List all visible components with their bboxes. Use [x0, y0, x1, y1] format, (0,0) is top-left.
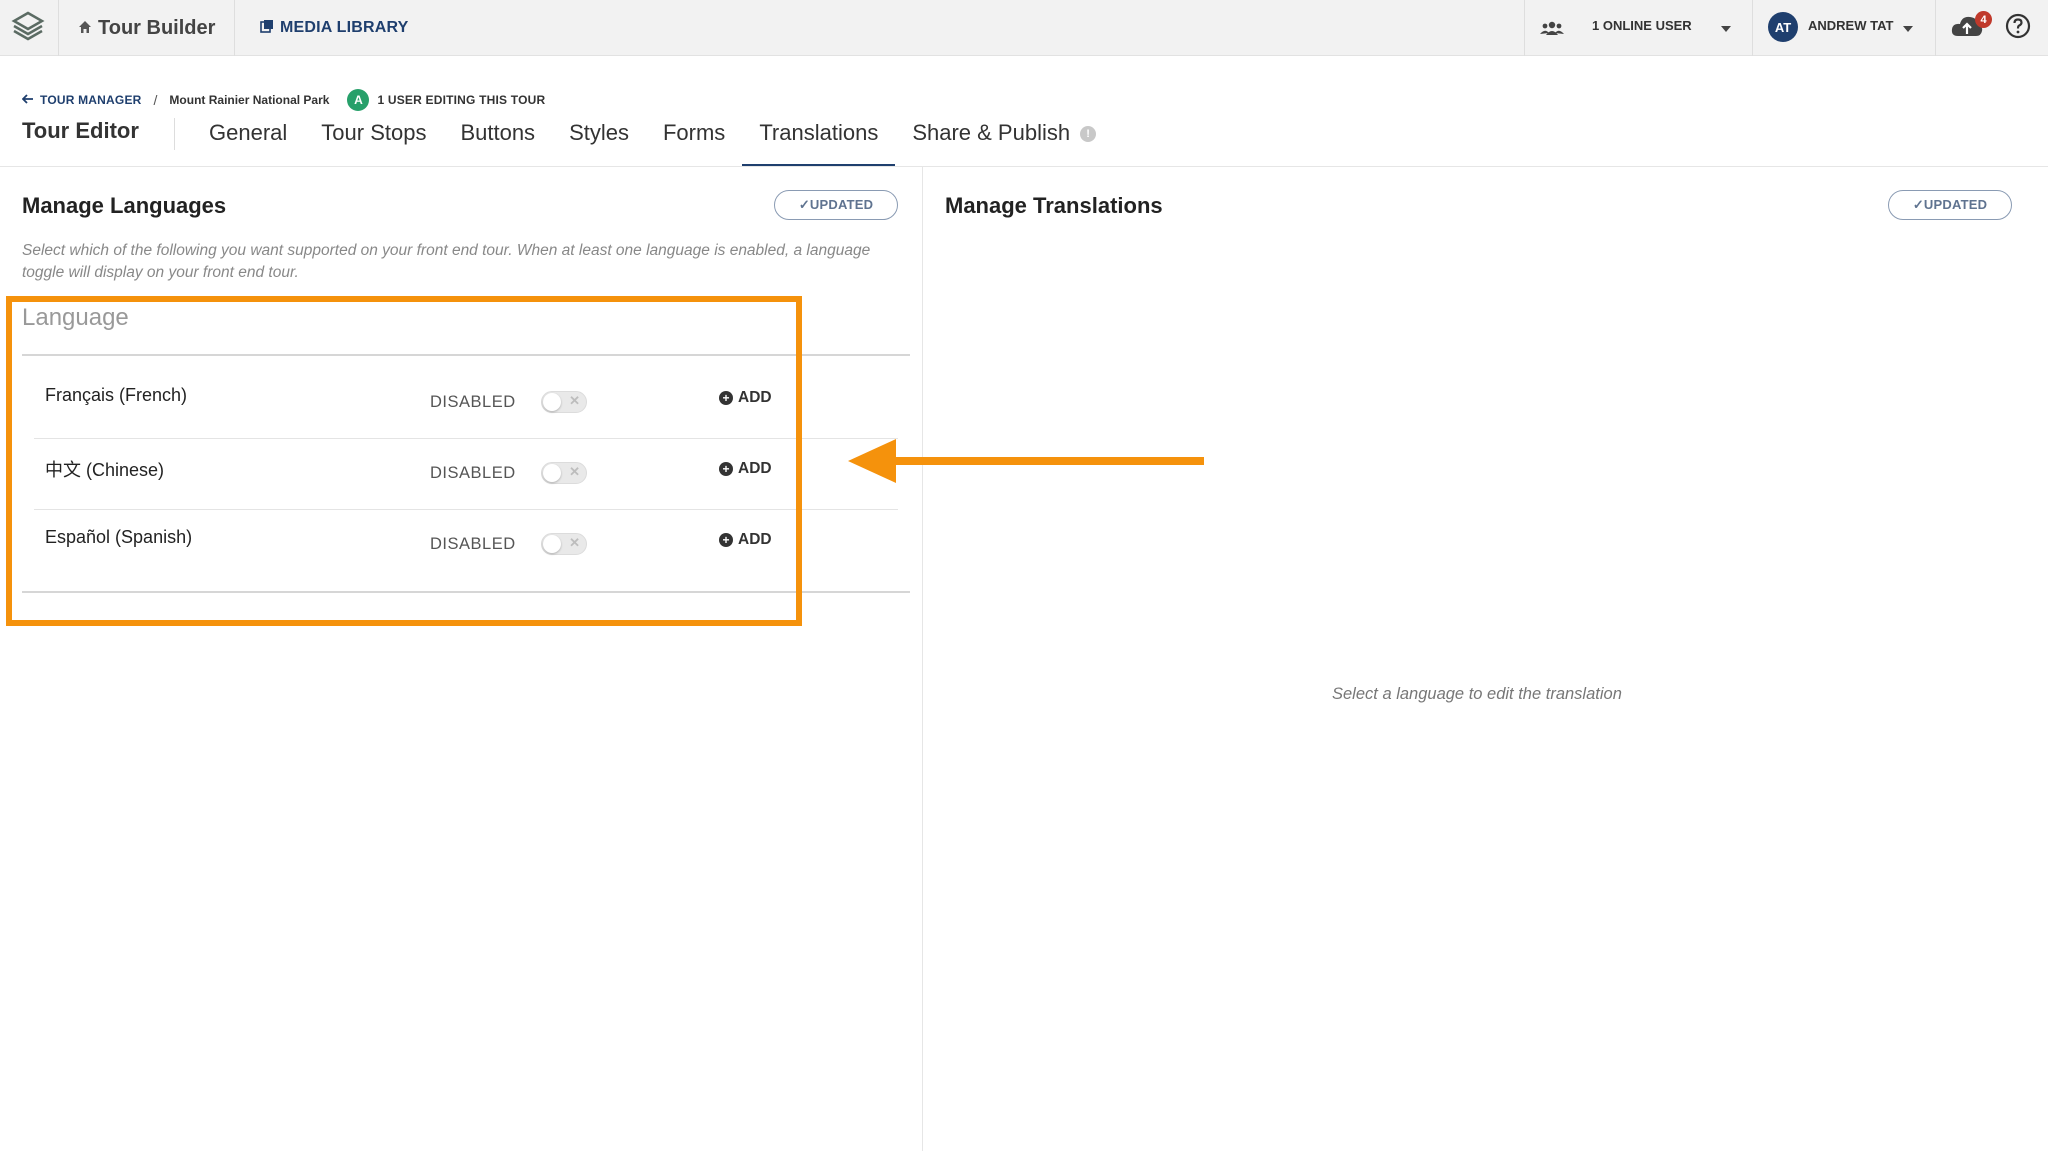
media-library-label: MEDIA LIBRARY — [280, 19, 409, 36]
page-title: Tour Editor — [22, 118, 139, 143]
tab-label: Share & Publish — [912, 120, 1071, 145]
languages-description: Select which of the following you want s… — [22, 242, 871, 281]
avatar[interactable]: AT — [1768, 12, 1798, 42]
tab-general[interactable]: General — [192, 112, 304, 166]
chevron-down-icon[interactable] — [1902, 20, 1914, 38]
tab-translations[interactable]: Translations — [742, 112, 896, 166]
arrow-left-icon — [21, 93, 34, 107]
tab-buttons[interactable]: Buttons — [443, 112, 552, 166]
languages-updated-button[interactable]: ✓UPDATED — [774, 190, 898, 220]
chevron-down-icon[interactable] — [1720, 20, 1732, 38]
translations-updated-button[interactable]: ✓UPDATED — [1888, 190, 2012, 220]
manage-languages-title: Manage Languages — [22, 193, 227, 218]
title-divider — [174, 118, 175, 150]
tab-styles[interactable]: Styles — [552, 112, 646, 166]
info-icon: ! — [1080, 126, 1097, 142]
tab-label: Forms — [662, 120, 726, 145]
media-library-icon — [260, 19, 274, 38]
highlight-box — [6, 296, 802, 626]
tab-forms[interactable]: Forms — [646, 112, 742, 166]
arrow-left-icon — [848, 439, 1204, 483]
top-navigation-bar: Tour Builder MEDIA LIBRARY 1 ONLINE USER… — [0, 0, 2048, 56]
editing-status: 1 USER EDITING THIS TOUR — [377, 93, 546, 107]
empty-state-message: Select a language to edit the translatio… — [1332, 685, 1622, 703]
tabs-divider — [0, 166, 2048, 167]
topbar-divider — [234, 0, 235, 56]
online-users-icon[interactable] — [1538, 14, 1566, 42]
tab-label: Tour Stops — [321, 120, 427, 145]
tab-label: General — [209, 120, 288, 145]
tab-label: Translations — [759, 120, 879, 145]
tour-manager-link[interactable]: TOUR MANAGER — [21, 93, 142, 107]
tour-name: Mount Rainier National Park — [169, 93, 330, 107]
app-logo-icon[interactable] — [10, 8, 46, 44]
home-icon — [78, 17, 92, 40]
breadcrumb: TOUR MANAGER / Mount Rainier National Pa… — [21, 89, 546, 111]
tab-share-publish[interactable]: Share & Publish ! — [895, 112, 1113, 166]
breadcrumb-separator: / — [153, 92, 158, 108]
topbar-divider — [1935, 0, 1936, 56]
tour-builder-link[interactable]: Tour Builder — [78, 14, 215, 42]
user-name[interactable]: ANDREW TAT — [1808, 18, 1893, 33]
editor-tabs: General Tour Stops Buttons Styles Forms … — [192, 112, 1113, 166]
tour-builder-label: Tour Builder — [98, 16, 216, 39]
online-users-label[interactable]: 1 ONLINE USER — [1592, 18, 1692, 33]
topbar-divider — [1752, 0, 1753, 56]
tab-label: Styles — [569, 120, 629, 145]
panel-divider — [922, 167, 923, 1151]
media-library-link[interactable]: MEDIA LIBRARY — [260, 14, 409, 42]
topbar-divider — [1524, 0, 1525, 56]
notification-badge: 4 — [1975, 11, 1992, 28]
editor-avatar: A — [347, 89, 370, 111]
tab-label: Buttons — [460, 120, 536, 145]
tab-tour-stops[interactable]: Tour Stops — [304, 112, 443, 166]
topbar-divider — [58, 0, 59, 56]
tour-manager-label: TOUR MANAGER — [40, 93, 142, 107]
help-icon[interactable] — [2004, 12, 2034, 42]
manage-translations-title: Manage Translations — [945, 193, 1163, 218]
